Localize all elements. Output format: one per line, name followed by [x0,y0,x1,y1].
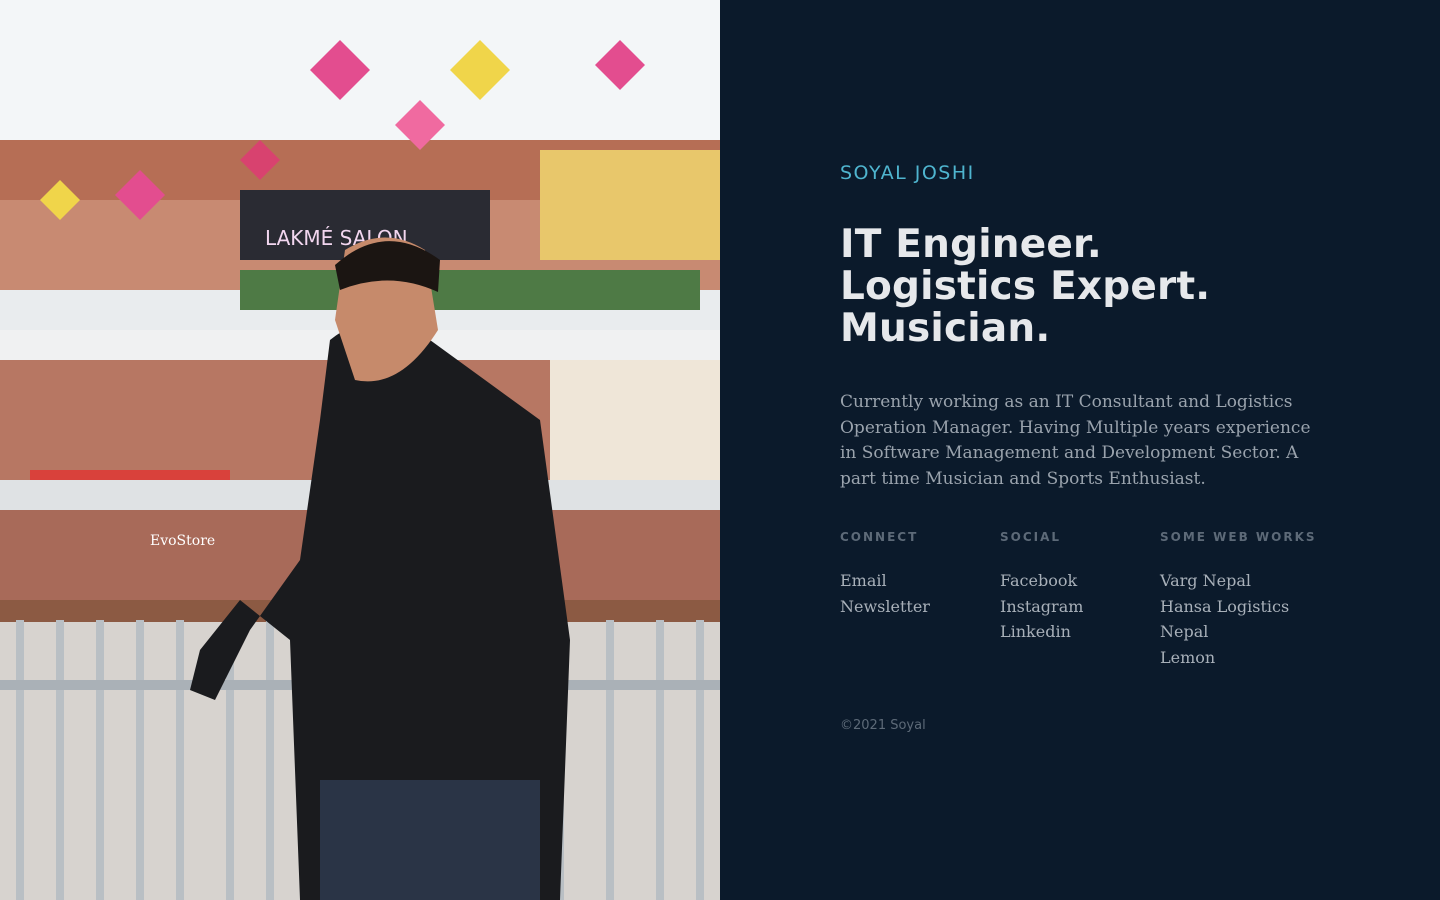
email-link[interactable]: Email [840,568,1000,594]
headline-line-1: IT Engineer. [840,222,1102,267]
connect-heading: CONNECT [840,530,919,544]
headline: IT Engineer. Logistics Expert. Musician. [840,224,1210,350]
social-column: SOCIAL Facebook Instagram Linkedin [1000,530,1160,670]
nepal-link[interactable]: Nepal [1160,619,1320,645]
web-works-list: Varg Nepal Hansa Logistics Nepal Lemon [1160,568,1320,670]
link-columns: CONNECT Email Newsletter SOCIAL Facebook… [840,530,1320,670]
bio-text: Currently working as an IT Consultant an… [840,392,1311,489]
varg-nepal-link[interactable]: Varg Nepal [1160,568,1320,594]
hansa-logistics-link[interactable]: Hansa Logistics [1160,594,1320,620]
facebook-link[interactable]: Facebook [1000,568,1160,594]
intro-section: SOYAL JOSHI IT Engineer. Logistics Exper… [720,0,1440,900]
copyright-text: ©2021 Soyal [840,718,926,733]
instagram-link[interactable]: Instagram [1000,594,1160,620]
page: LAKMÉ SALON EvoStore SOYAL JOSHI IT Engi… [0,0,1440,900]
web-works-column: SOME WEB WORKS Varg Nepal Hansa Logistic… [1160,530,1320,670]
linkedin-link[interactable]: Linkedin [1000,619,1160,645]
newsletter-link[interactable]: Newsletter [840,594,1000,620]
headline-line-2: Logistics Expert. [840,264,1211,309]
web-works-heading: SOME WEB WORKS [1160,530,1317,544]
connect-column: CONNECT Email Newsletter [840,530,1000,670]
profile-name: SOYAL JOSHI [840,162,975,184]
social-heading: SOCIAL [1000,530,1062,544]
sign-evostore: EvoStore [150,533,215,549]
profile-photo: LAKMÉ SALON EvoStore [0,0,720,900]
photo-illustration: LAKMÉ SALON EvoStore [0,0,720,900]
social-list: Facebook Instagram Linkedin [1000,568,1160,645]
lemon-link[interactable]: Lemon [1160,645,1320,671]
connect-list: Email Newsletter [840,568,1000,619]
headline-line-3: Musician. [840,306,1051,351]
